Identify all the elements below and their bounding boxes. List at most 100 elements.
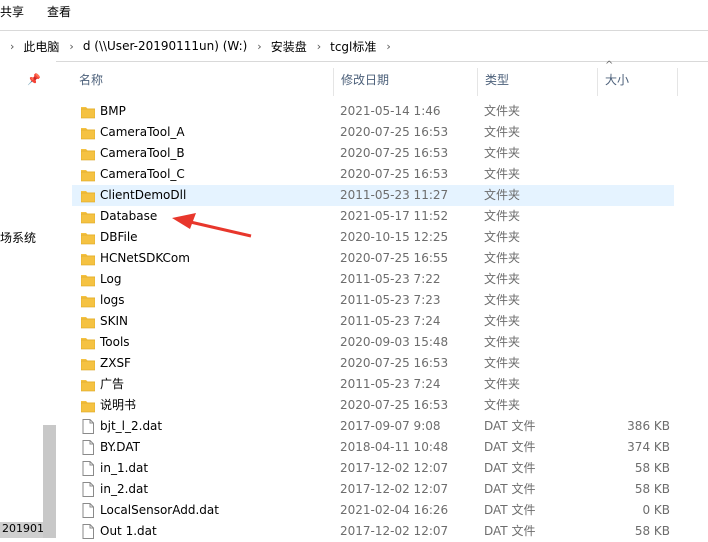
breadcrumb-drive[interactable]: d (\\User-20190111un) (W:) xyxy=(83,39,247,53)
folder-icon xyxy=(80,146,96,161)
folder-row[interactable]: Database 2021-05-17 11:52 文件夹 xyxy=(72,206,708,227)
column-name[interactable]: 名称 xyxy=(72,64,334,99)
folder-row[interactable]: CameraTool_A 2020-07-25 16:53 文件夹 xyxy=(72,122,708,143)
file-row[interactable]: LocalSensorAdd.dat 2021-02-04 16:26 DAT 文件… xyxy=(72,500,708,521)
folder-row[interactable]: Log 2011-05-23 7:22 文件夹 xyxy=(72,269,708,290)
folder-row[interactable]: CameraTool_C 2020-07-25 16:53 文件夹 xyxy=(72,164,708,185)
file-name: Database xyxy=(100,209,158,223)
modified-date: 2020-07-25 16:53 xyxy=(340,167,449,181)
column-name-label: 名称 xyxy=(79,73,104,87)
address-bar[interactable]: › 此电脑 › d (\\User-20190111un) (W:) › 安装盘… xyxy=(0,30,708,62)
modified-date: 2020-07-25 16:53 xyxy=(340,356,449,370)
folder-row[interactable]: CameraTool_B 2020-07-25 16:53 文件夹 xyxy=(72,143,708,164)
file-name: Tools xyxy=(100,335,130,349)
folder-icon xyxy=(80,335,96,350)
pin-icon[interactable]: 📌 xyxy=(27,73,41,86)
chevron-right-icon[interactable]: › xyxy=(386,40,390,53)
folder-icon xyxy=(80,293,96,308)
folder-row[interactable]: ZXSF 2020-07-25 16:53 文件夹 xyxy=(72,353,708,374)
file-icon xyxy=(81,482,95,497)
folder-icon xyxy=(80,125,96,140)
file-size: 386 KB xyxy=(627,419,670,433)
nav-item-selected[interactable]: 20190111 xyxy=(0,522,44,538)
file-type: DAT 文件 xyxy=(484,419,536,433)
file-type: 文件夹 xyxy=(484,104,521,118)
file-type: 文件夹 xyxy=(484,335,521,349)
modified-date: 2017-12-02 12:07 xyxy=(340,482,449,496)
modified-date: 2020-09-03 15:48 xyxy=(340,335,449,349)
chevron-right-icon[interactable]: › xyxy=(257,40,261,53)
folder-icon xyxy=(80,104,96,119)
folder-row[interactable]: SKIN 2011-05-23 7:24 文件夹 xyxy=(72,311,708,332)
modified-date: 2011-05-23 7:23 xyxy=(340,293,441,307)
column-type[interactable]: 类型 xyxy=(478,64,598,99)
file-size: 374 KB xyxy=(627,440,670,454)
file-name: HCNetSDKCom xyxy=(100,251,190,265)
file-name: Out 1.dat xyxy=(100,524,157,538)
file-name: DBFile xyxy=(100,230,138,244)
file-name: logs xyxy=(100,293,125,307)
modified-date: 2020-07-25 16:53 xyxy=(340,398,449,412)
file-size: 58 KB xyxy=(634,461,670,475)
folder-row[interactable]: Tools 2020-09-03 15:48 文件夹 xyxy=(72,332,708,353)
modified-date: 2021-02-04 16:26 xyxy=(340,503,449,517)
modified-date: 2011-05-23 7:22 xyxy=(340,272,441,286)
file-name: CameraTool_C xyxy=(100,167,185,181)
file-row[interactable]: in_2.dat 2017-12-02 12:07 DAT 文件 58 KB xyxy=(72,479,708,500)
folder-icon xyxy=(80,209,96,224)
file-icon xyxy=(81,503,95,518)
file-type: 文件夹 xyxy=(484,146,521,160)
folder-row[interactable]: 说明书 2020-07-25 16:53 文件夹 xyxy=(72,395,708,416)
view-tab[interactable]: 查看 xyxy=(47,3,71,20)
modified-date: 2018-04-11 10:48 xyxy=(340,440,449,454)
column-header: 名称 修改日期 类型 ^ 大小 xyxy=(72,60,708,99)
file-row[interactable]: bjt_l_2.dat 2017-09-07 9:08 DAT 文件 386 KB xyxy=(72,416,708,437)
file-row[interactable]: in_1.dat 2017-12-02 12:07 DAT 文件 58 KB xyxy=(72,458,708,479)
file-row[interactable]: BY.DAT 2018-04-11 10:48 DAT 文件 374 KB xyxy=(72,437,708,458)
chevron-right-icon[interactable]: › xyxy=(10,40,14,53)
file-type: 文件夹 xyxy=(484,188,521,202)
chevron-right-icon[interactable]: › xyxy=(69,40,73,53)
file-name: 广告 xyxy=(100,377,125,391)
modified-date: 2017-09-07 9:08 xyxy=(340,419,441,433)
modified-date: 2020-10-15 12:25 xyxy=(340,230,449,244)
modified-date: 2020-07-25 16:53 xyxy=(340,125,449,139)
file-type: 文件夹 xyxy=(484,230,521,244)
folder-row[interactable]: DBFile 2020-10-15 12:25 文件夹 xyxy=(72,227,708,248)
share-tab[interactable]: 共享 xyxy=(0,3,24,20)
folder-icon xyxy=(80,377,96,392)
file-type: 文件夹 xyxy=(484,293,521,307)
modified-date: 2011-05-23 7:24 xyxy=(340,314,441,328)
modified-date: 2011-05-23 11:27 xyxy=(340,188,449,202)
folder-row[interactable]: logs 2011-05-23 7:23 文件夹 xyxy=(72,290,708,311)
breadcrumb-this-pc[interactable]: 此电脑 xyxy=(23,38,59,55)
folder-row[interactable]: 广告 2011-05-23 7:24 文件夹 xyxy=(72,374,708,395)
folder-row[interactable]: HCNetSDKCom 2020-07-25 16:55 文件夹 xyxy=(72,248,708,269)
folder-row[interactable]: BMP 2021-05-14 1:46 文件夹 xyxy=(72,101,708,122)
file-type: 文件夹 xyxy=(484,167,521,181)
file-row[interactable]: Out 1.dat 2017-12-02 12:07 DAT 文件 58 KB xyxy=(72,521,708,542)
nav-item[interactable]: 场系统 xyxy=(0,229,36,246)
chevron-right-icon[interactable]: › xyxy=(317,40,321,53)
breadcrumb-install-disk[interactable]: 安装盘 xyxy=(271,38,307,55)
file-name: SKIN xyxy=(100,314,129,328)
file-type: 文件夹 xyxy=(484,272,521,286)
modified-date: 2021-05-14 1:46 xyxy=(340,104,441,118)
column-divider[interactable] xyxy=(677,68,678,96)
modified-date: 2021-05-17 11:52 xyxy=(340,209,449,223)
modified-date: 2017-12-02 12:07 xyxy=(340,524,449,538)
column-date[interactable]: 修改日期 xyxy=(334,64,478,99)
folder-icon xyxy=(80,251,96,266)
folder-icon xyxy=(80,356,96,371)
breadcrumb-current-folder[interactable]: tcgl标准 xyxy=(330,38,376,55)
nav-scrollbar[interactable] xyxy=(43,425,56,538)
file-name: ZXSF xyxy=(100,356,131,370)
folder-row[interactable]: ClientDemoDll 2011-05-23 11:27 文件夹 xyxy=(72,185,674,206)
file-list: BMP 2021-05-14 1:46 文件夹 CameraTool_A 2020-07… xyxy=(72,101,708,542)
file-size: 58 KB xyxy=(634,524,670,538)
file-type: 文件夹 xyxy=(484,314,521,328)
column-size[interactable]: 大小 xyxy=(598,64,678,99)
folder-icon xyxy=(80,230,96,245)
column-type-label: 类型 xyxy=(485,73,510,87)
file-name: BMP xyxy=(100,104,126,118)
